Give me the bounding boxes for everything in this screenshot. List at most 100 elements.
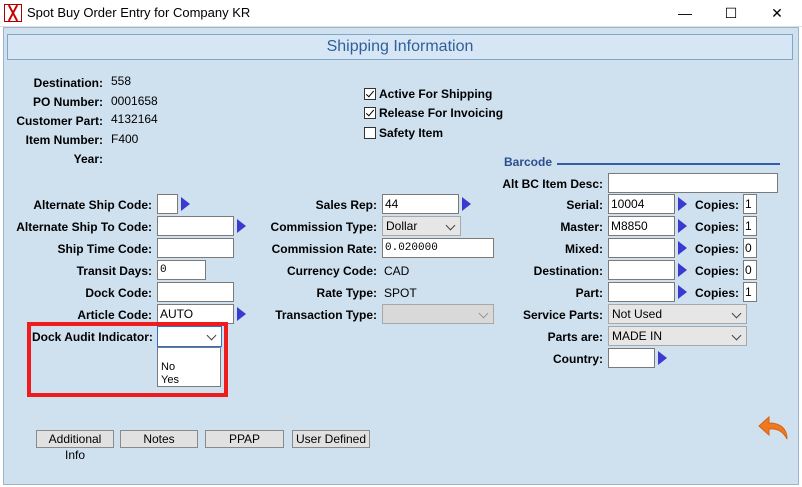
destination-label: Destination: xyxy=(33,76,103,90)
close-button[interactable]: ✕ xyxy=(754,0,800,26)
mixed-copies-input[interactable]: 0 xyxy=(743,238,757,258)
destination-copies-label: Copies: xyxy=(694,264,739,278)
currency-code-label: Currency Code: xyxy=(286,264,377,278)
ppap-button[interactable]: PPAP xyxy=(205,430,284,448)
dock-audit-dropdown-list: No Yes xyxy=(157,347,221,387)
rate-type-label: Rate Type: xyxy=(316,286,377,300)
transaction-type-select[interactable] xyxy=(382,304,494,324)
commission-rate-input[interactable]: 0.020000 xyxy=(382,238,494,258)
additional-info-button[interactable]: Additional Info xyxy=(36,430,114,462)
parts-are-select[interactable]: MADE IN xyxy=(608,326,747,346)
alt-ship-to-label: Alternate Ship To Code: xyxy=(16,220,152,234)
sales-rep-input[interactable]: 44 xyxy=(382,194,459,214)
release-for-invoicing-checkbox[interactable] xyxy=(364,107,376,119)
chevron-down-icon xyxy=(731,308,742,319)
alt-ship-code-label: Alternate Ship Code: xyxy=(33,198,152,212)
section-header: Shipping Information xyxy=(7,34,793,60)
country-input[interactable] xyxy=(608,348,655,368)
mixed-label: Mixed: xyxy=(564,242,603,256)
release-for-invoicing-label: Release For Invoicing xyxy=(379,106,504,120)
commission-type-select[interactable]: Dollar xyxy=(382,216,461,236)
transit-days-input[interactable]: 0 xyxy=(157,260,206,280)
ship-time-label: Ship Time Code: xyxy=(57,242,152,256)
maximize-button[interactable]: ☐ xyxy=(708,0,754,26)
ship-time-input[interactable] xyxy=(157,238,234,258)
active-for-shipping-checkbox[interactable] xyxy=(364,88,376,100)
alt-ship-code-lookup-icon[interactable] xyxy=(181,197,190,211)
chevron-down-icon xyxy=(445,220,456,231)
master-copies-label: Copies: xyxy=(694,220,739,234)
service-parts-value: Not Used xyxy=(612,307,663,321)
app-logo-icon xyxy=(4,4,22,22)
chevron-down-icon xyxy=(478,308,489,319)
part-copies-label: Copies: xyxy=(694,286,739,300)
commission-type-value: Dollar xyxy=(386,219,418,233)
notes-button[interactable]: Notes xyxy=(120,430,198,448)
mixed-input[interactable] xyxy=(608,238,675,258)
article-code-lookup-icon[interactable] xyxy=(237,307,246,321)
customer-part-value: 4132164 xyxy=(111,112,158,126)
alt-ship-code-input[interactable] xyxy=(157,194,178,214)
master-input[interactable]: M8850 xyxy=(608,216,675,236)
serial-input[interactable]: 10004 xyxy=(608,194,675,214)
year-label: Year: xyxy=(73,152,103,166)
master-copies-input[interactable]: 1 xyxy=(743,216,757,236)
part-lookup-icon[interactable] xyxy=(678,285,687,299)
dock-audit-label: Dock Audit Indicator: xyxy=(32,330,153,344)
parts-are-label: Parts are: xyxy=(547,330,603,344)
transit-days-label: Transit Days: xyxy=(76,264,152,278)
master-lookup-icon[interactable] xyxy=(678,219,687,233)
dock-code-input[interactable] xyxy=(157,282,234,302)
country-lookup-icon[interactable] xyxy=(658,351,667,365)
po-number-value: 0001658 xyxy=(111,94,158,108)
serial-copies-label: Copies: xyxy=(694,198,739,212)
master-label: Master: xyxy=(560,220,603,234)
safety-item-checkbox[interactable] xyxy=(364,127,376,139)
item-number-label: Item Number: xyxy=(25,133,103,147)
service-parts-label: Service Parts: xyxy=(522,308,603,322)
destination-copies-input[interactable]: 0 xyxy=(743,260,757,280)
dock-audit-select[interactable] xyxy=(157,326,222,347)
part-label: Part: xyxy=(575,286,603,300)
article-code-label: Article Code: xyxy=(77,308,152,322)
serial-label: Serial: xyxy=(566,198,603,212)
commission-type-label: Commission Type: xyxy=(270,220,377,234)
transaction-type-label: Transaction Type: xyxy=(275,308,377,322)
article-code-input[interactable]: AUTO xyxy=(157,304,234,324)
alt-bc-item-desc-label: Alt BC Item Desc: xyxy=(502,177,603,191)
customer-part-label: Customer Part: xyxy=(16,114,103,128)
window-title: Spot Buy Order Entry for Company KR xyxy=(27,5,251,20)
alt-ship-to-input[interactable] xyxy=(157,216,234,236)
minimize-button[interactable]: — xyxy=(662,0,708,26)
barcode-destination-lookup-icon[interactable] xyxy=(678,263,687,277)
service-parts-select[interactable]: Not Used xyxy=(608,304,747,324)
dropdown-option-no[interactable]: No xyxy=(158,361,220,374)
dock-code-label: Dock Code: xyxy=(85,286,152,300)
active-for-shipping-label: Active For Shipping xyxy=(379,87,493,101)
barcode-destination-input[interactable] xyxy=(608,260,675,280)
chevron-down-icon xyxy=(731,330,742,341)
mixed-lookup-icon[interactable] xyxy=(678,241,687,255)
commission-rate-label: Commission Rate: xyxy=(271,242,377,256)
destination-value: 558 xyxy=(111,74,132,88)
undo-arrow-icon[interactable] xyxy=(757,415,791,441)
parts-are-value: MADE IN xyxy=(612,329,663,343)
serial-lookup-icon[interactable] xyxy=(678,197,687,211)
part-copies-input[interactable]: 1 xyxy=(743,282,757,302)
safety-item-label: Safety Item xyxy=(379,126,444,140)
currency-code-value: CAD xyxy=(384,264,410,278)
alt-bc-item-desc-input[interactable] xyxy=(608,173,778,193)
dropdown-option-yes[interactable]: Yes xyxy=(158,374,220,387)
serial-copies-input[interactable]: 1 xyxy=(743,194,757,214)
window-title-bar: Spot Buy Order Entry for Company KR — ☐ … xyxy=(0,0,802,27)
user-defined-button[interactable]: User Defined xyxy=(292,430,370,448)
part-input[interactable] xyxy=(608,282,675,302)
rate-type-value: SPOT xyxy=(384,286,417,300)
alt-ship-to-lookup-icon[interactable] xyxy=(237,219,246,233)
chevron-down-icon xyxy=(206,330,217,341)
po-number-label: PO Number: xyxy=(32,95,103,109)
sales-rep-label: Sales Rep: xyxy=(315,198,377,212)
country-label: Country: xyxy=(553,352,603,366)
item-number-value: F400 xyxy=(111,132,139,146)
sales-rep-lookup-icon[interactable] xyxy=(462,197,471,211)
